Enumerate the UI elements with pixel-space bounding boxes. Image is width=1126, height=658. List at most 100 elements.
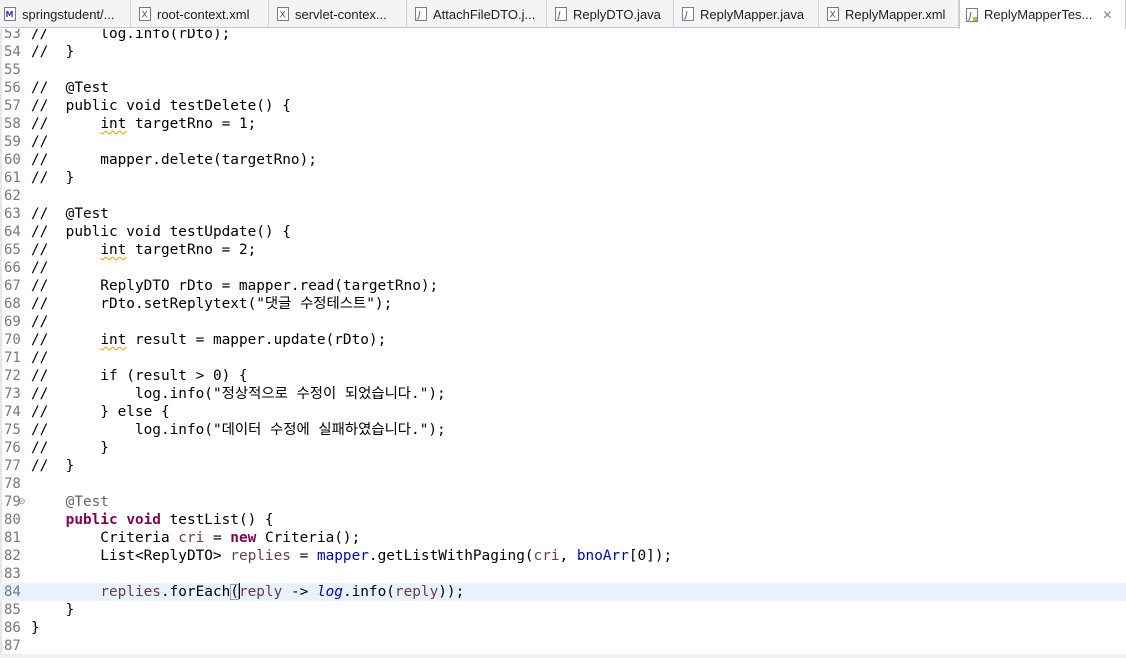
code-line[interactable]: 55 [0, 61, 1126, 79]
tab-label: ReplyMapper.java [700, 6, 805, 22]
code-line[interactable]: 66 // [0, 259, 1126, 277]
code-token: // [31, 242, 101, 258]
code-lines: 53// log.info(rDto); 54// } 55 56// @Test 57… [0, 29, 1126, 655]
code-token: replies [100, 584, 161, 600]
java-file-icon: J [555, 7, 567, 21]
code-line[interactable]: 56 // @Test [0, 79, 1126, 97]
maven-pom-icon: M [4, 7, 16, 21]
line-number: 69 [4, 314, 21, 330]
line-number: 76 [4, 440, 21, 456]
code-token: -> [282, 584, 317, 600]
code-line[interactable]: 79 ⊖ @Test [0, 493, 1126, 511]
code-text: // int targetRno = 2; [31, 241, 256, 259]
code-line[interactable]: 87 [0, 637, 1126, 655]
line-number: 84 [4, 584, 21, 600]
code-token: // [31, 260, 49, 276]
code-token: .forEach [160, 584, 231, 600]
tab-replymapper-java[interactable]: J ReplyMapper.java [674, 0, 819, 28]
code-text: List<ReplyDTO> replies = mapper.getListW… [31, 547, 672, 565]
code-line[interactable]: 70 // int result = mapper.update(rDto); [0, 331, 1126, 349]
code-token: mapper [316, 548, 369, 564]
code-text: // ReplyDTO rDto = mapper.read(targetRno… [31, 277, 438, 295]
code-token: .getListWithPaging( [368, 548, 534, 564]
code-line[interactable]: 69 // [0, 313, 1126, 331]
svg-text:X: X [280, 11, 286, 21]
code-token: )); [438, 584, 465, 600]
code-line[interactable]: 81 Criteria cri = new Criteria(); [0, 529, 1126, 547]
code-line[interactable]: 60 // mapper.delete(targetRno); [0, 151, 1126, 169]
code-text: // @Test [31, 79, 109, 97]
line-number: 82 [4, 548, 21, 564]
code-token: bnoArr [576, 548, 629, 564]
code-line[interactable]: 72 // if (result > 0) { [0, 367, 1126, 385]
code-text: // public void testUpdate() { [31, 223, 291, 241]
tab-servlet-context[interactable]: X servlet-contex... [269, 0, 407, 28]
code-line[interactable]: 76 // } [0, 439, 1126, 457]
svg-text:X: X [142, 11, 148, 21]
code-token: cri [533, 548, 560, 564]
code-line[interactable]: 53 // log.info(rDto); [0, 29, 1126, 43]
tab-pom[interactable]: M springstudent/... [0, 0, 131, 28]
code-line[interactable]: 58 // int targetRno = 1; [0, 115, 1126, 133]
code-token: // [31, 350, 49, 366]
code-text: Criteria cri = new Criteria(); [31, 529, 360, 547]
code-line[interactable]: 71 // [0, 349, 1126, 367]
line-number: 65 [4, 242, 21, 258]
code-line[interactable]: 85 } [0, 601, 1126, 619]
code-token: // [31, 332, 101, 348]
line-number: 77 [4, 458, 21, 474]
code-token: log [316, 584, 343, 600]
code-line[interactable]: 61 // } [0, 169, 1126, 187]
code-line[interactable]: 54 // } [0, 43, 1126, 61]
code-text: // [31, 133, 48, 151]
code-text: // public void testDelete() { [31, 97, 291, 115]
code-token: // @Test [31, 80, 109, 96]
code-line[interactable]: 64 // public void testUpdate() { [0, 223, 1126, 241]
code-token: // mapper.delete(targetRno); [31, 152, 317, 168]
code-line[interactable]: 74 // } else { [0, 403, 1126, 421]
xml-file-icon: X [827, 7, 839, 21]
code-line[interactable]: 83 [0, 565, 1126, 583]
tab-replymappertest[interactable]: J ReplyMapperTes... ✕ [959, 0, 1126, 29]
horizontal-scrollbar[interactable] [0, 654, 1126, 658]
line-number: 75 [4, 422, 21, 438]
line-number: 63 [4, 206, 21, 222]
code-line[interactable]: 84 replies.forEach(reply -> log.info(rep… [0, 583, 1126, 601]
code-line[interactable]: 86} [0, 619, 1126, 637]
tab-replymapper-xml[interactable]: X ReplyMapper.xml [819, 0, 959, 28]
code-token: } [31, 602, 75, 618]
code-line[interactable]: 57 // public void testDelete() { [0, 97, 1126, 115]
line-number: 72 [4, 368, 21, 384]
code-token: // } [31, 440, 109, 456]
code-line[interactable]: 80 public void testList() { [0, 511, 1126, 529]
line-number: 59 [4, 134, 21, 150]
code-line[interactable]: 75 // log.info("데이터 수정에 실패하였습니다."); [0, 421, 1126, 439]
tab-attachfiledto[interactable]: J AttachFileDTO.j... [407, 0, 547, 28]
code-token: // [31, 134, 49, 150]
code-token: } [31, 620, 40, 636]
line-number: 55 [4, 62, 21, 78]
code-editor[interactable]: 53// log.info(rDto); 54// } 55 56// @Test 57… [0, 29, 1126, 658]
line-number: 80 [4, 512, 21, 528]
code-line[interactable]: 62 [0, 187, 1126, 205]
fold-toggle-icon[interactable]: ⊖ [18, 493, 26, 511]
java-test-file-icon: J [966, 7, 978, 22]
code-line[interactable]: 65 // int targetRno = 2; [0, 241, 1126, 259]
code-line[interactable]: 77 // } [0, 457, 1126, 475]
code-token: // rDto.setReplytext("댓글 수정테스트"); [31, 296, 393, 312]
code-line[interactable]: 78 [0, 475, 1126, 493]
code-line[interactable]: 59 // [0, 133, 1126, 151]
code-line[interactable]: 67 // ReplyDTO rDto = mapper.read(targetR… [0, 277, 1126, 295]
code-line[interactable]: 82 List<ReplyDTO> replies = mapper.getLi… [0, 547, 1126, 565]
code-line[interactable]: 68 // rDto.setReplytext("댓글 수정테스트"); [0, 295, 1126, 313]
tab-root-context[interactable]: X root-context.xml [131, 0, 269, 28]
code-line[interactable]: 63 // @Test [0, 205, 1126, 223]
code-line[interactable]: 73 // log.info("정상적으로 수정이 되었습니다."); [0, 385, 1126, 403]
code-token: int [100, 242, 127, 258]
line-number: 81 [4, 530, 21, 546]
close-icon[interactable]: ✕ [1102, 8, 1112, 22]
tab-replydto[interactable]: J ReplyDTO.java [547, 0, 674, 28]
code-token: .info( [342, 584, 395, 600]
